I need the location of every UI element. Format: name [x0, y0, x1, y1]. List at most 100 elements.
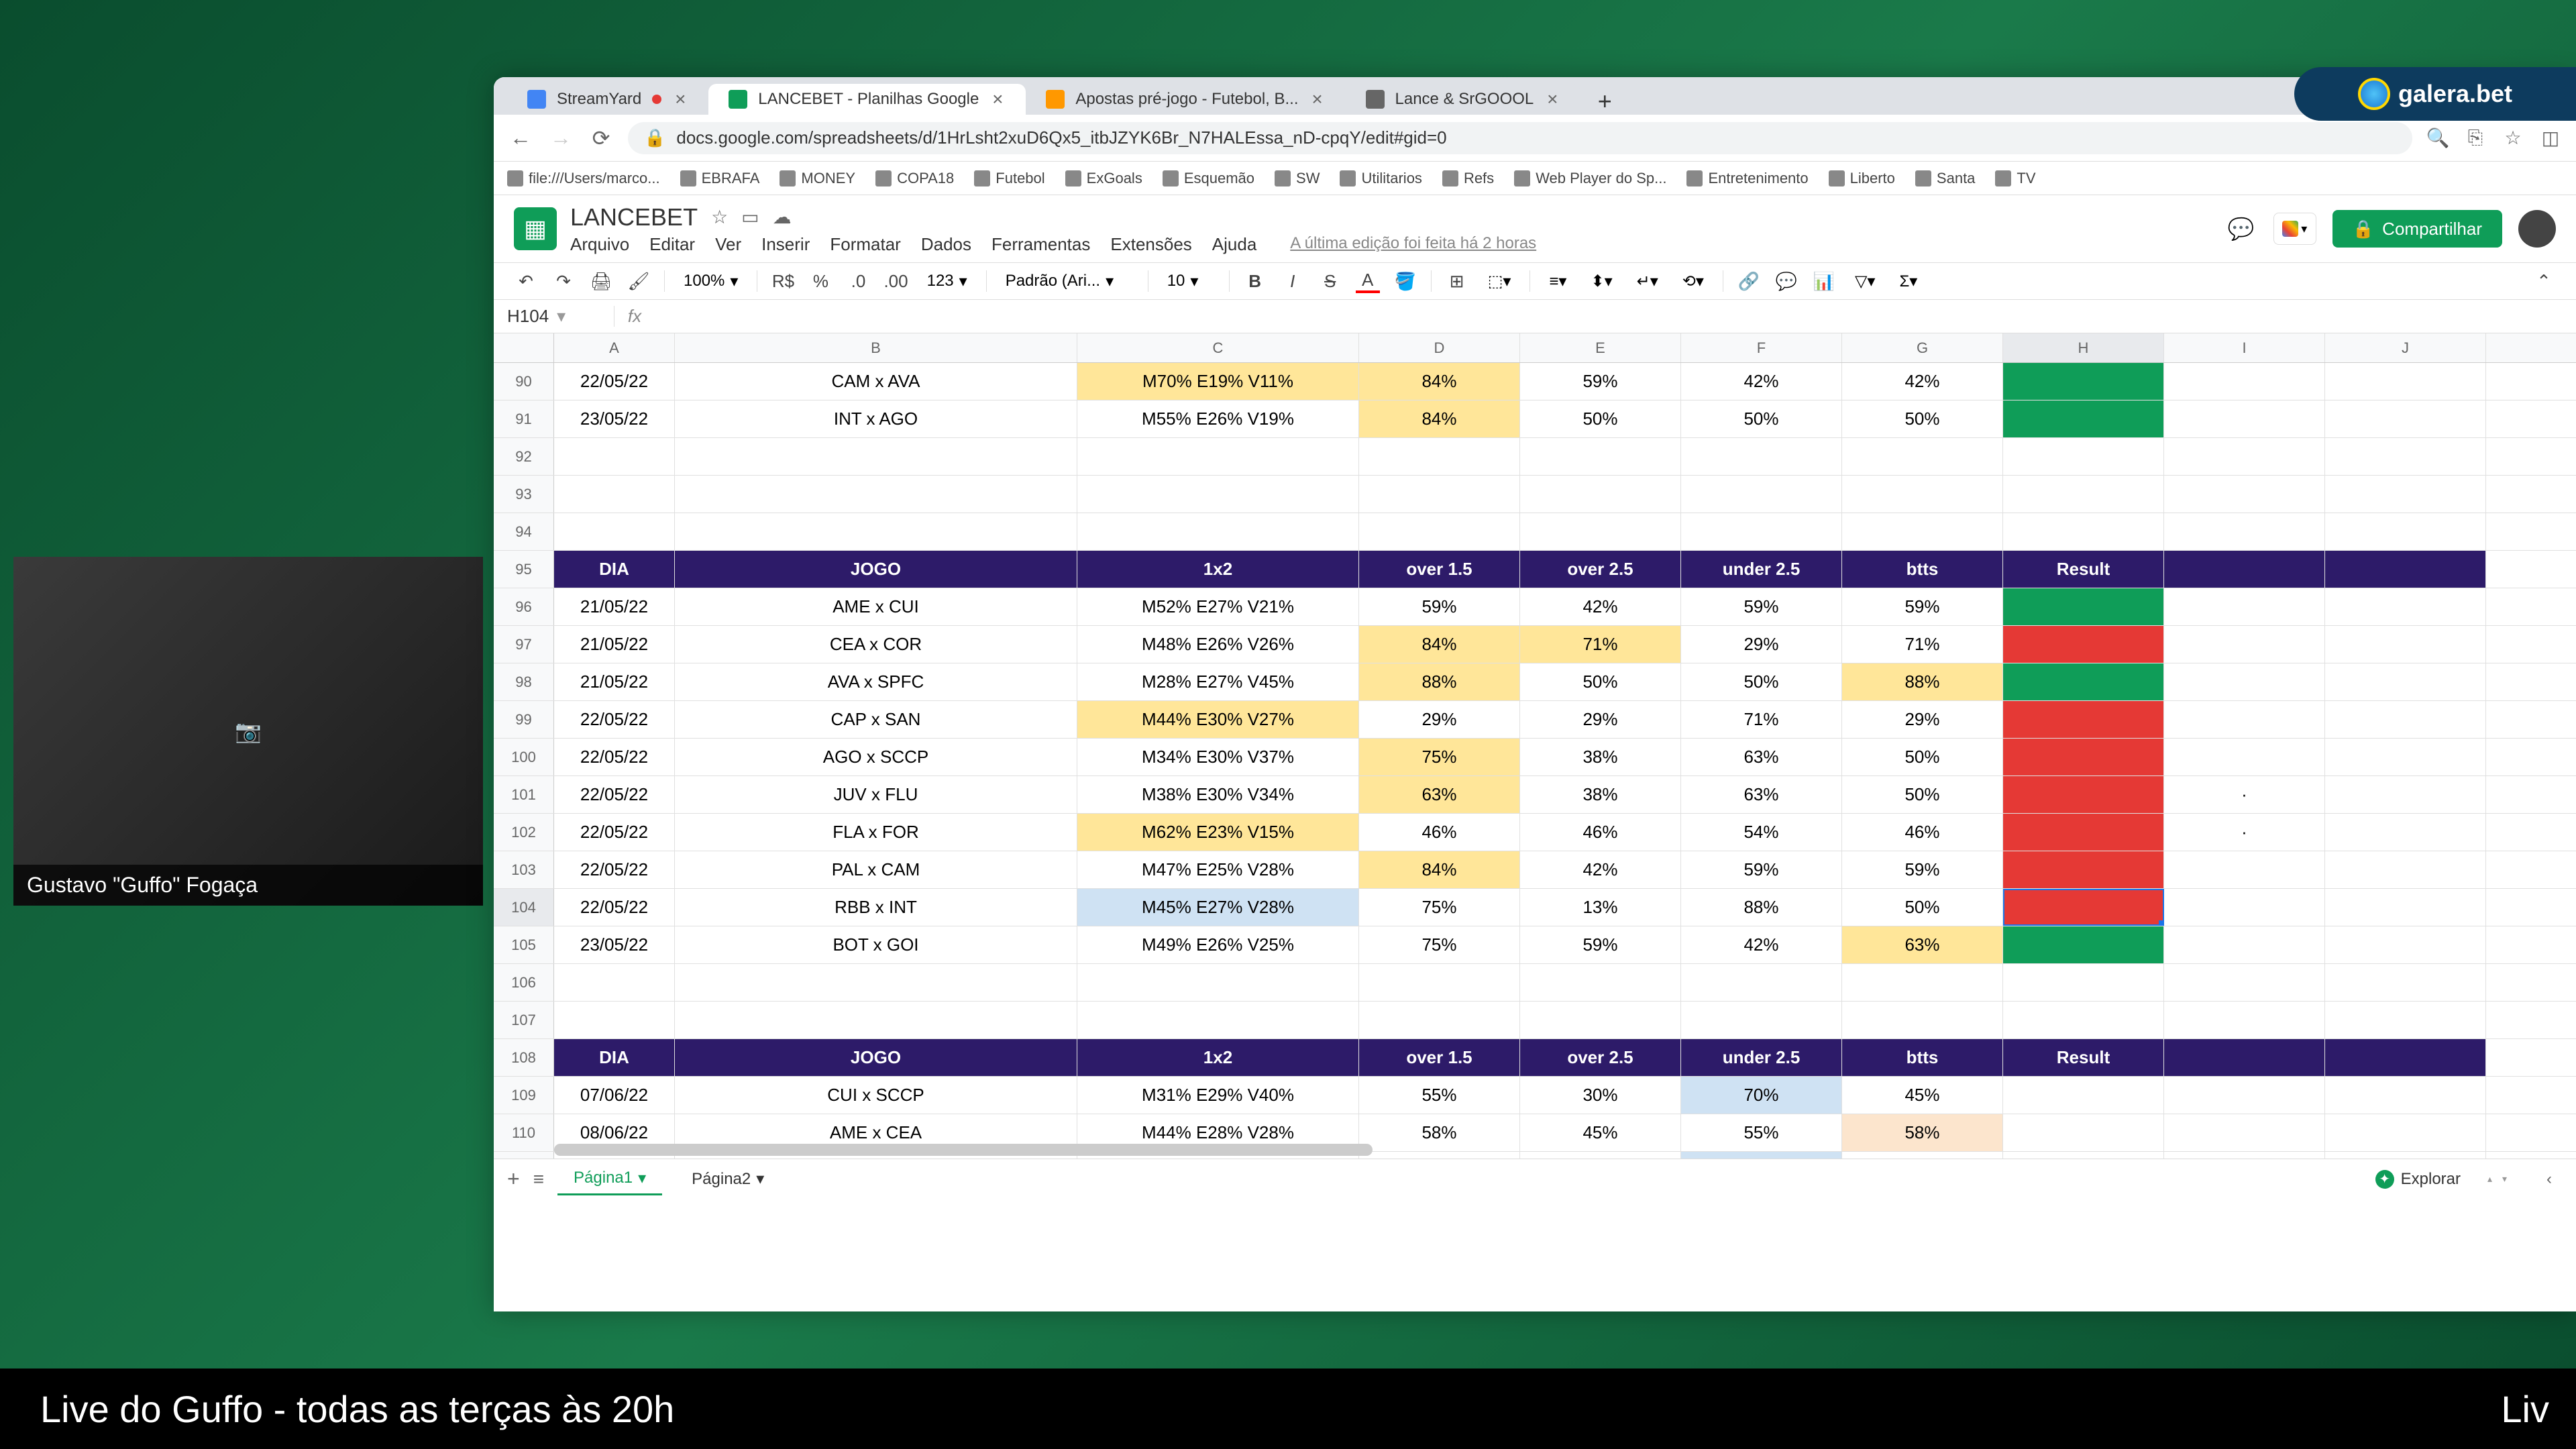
cell[interactable]: [2164, 889, 2325, 926]
bookmark-item[interactable]: Futebol: [974, 170, 1044, 187]
cell[interactable]: 63%: [1359, 776, 1520, 813]
cell[interactable]: [1681, 1002, 1842, 1038]
cell[interactable]: 59%: [1681, 588, 1842, 625]
cell[interactable]: 55%: [1681, 1152, 1842, 1159]
menu-editar[interactable]: Editar: [649, 234, 695, 255]
cell[interactable]: [2003, 626, 2164, 663]
cell[interactable]: [2003, 814, 2164, 851]
row-header[interactable]: 99: [494, 701, 554, 738]
undo-button[interactable]: ↶: [514, 269, 538, 293]
cell[interactable]: AGO x SCCP: [675, 739, 1077, 775]
bookmark-item[interactable]: EBRAFA: [680, 170, 760, 187]
cell-reference[interactable]: H104▾: [494, 306, 614, 327]
cell[interactable]: [2164, 1039, 2325, 1076]
text-color-button[interactable]: A: [1356, 269, 1380, 293]
cell[interactable]: INT x AGO: [675, 400, 1077, 437]
cell[interactable]: 88%: [1842, 663, 2003, 700]
table-row[interactable]: 94: [494, 513, 2576, 551]
borders-button[interactable]: ⊞: [1445, 269, 1469, 293]
browser-tab[interactable]: Apostas pré-jogo - Futebol, B...×: [1026, 84, 1345, 115]
currency-button[interactable]: R$: [771, 269, 795, 293]
cell[interactable]: [2003, 1077, 2164, 1114]
cell[interactable]: [675, 513, 1077, 550]
table-row[interactable]: 10523/05/22 BOT x GOI M49% E26% V25% 75%…: [494, 926, 2576, 964]
row-header[interactable]: 97: [494, 626, 554, 663]
cell[interactable]: [2003, 739, 2164, 775]
cell[interactable]: [2325, 438, 2486, 475]
explore-button[interactable]: ✦ Explorar: [2362, 1165, 2474, 1194]
rotate-button[interactable]: ⟲▾: [1677, 272, 1709, 291]
bookmark-item[interactable]: Entretenimento: [1686, 170, 1808, 187]
percent-button[interactable]: %: [808, 269, 833, 293]
cell[interactable]: RBB x INT: [675, 889, 1077, 926]
cell[interactable]: [2003, 964, 2164, 1001]
cell[interactable]: 45%: [1842, 1077, 2003, 1114]
cell[interactable]: under 2.5: [1681, 1039, 1842, 1076]
cell[interactable]: 63%: [1681, 776, 1842, 813]
cell[interactable]: M45% E27% V28%: [1077, 889, 1359, 926]
cell[interactable]: 07/06/22: [554, 1077, 675, 1114]
cell[interactable]: [2164, 363, 2325, 400]
cell[interactable]: [2003, 776, 2164, 813]
forward-button[interactable]: →: [547, 125, 574, 152]
cell[interactable]: [2325, 814, 2486, 851]
cell[interactable]: [2325, 476, 2486, 513]
cell[interactable]: [1681, 964, 1842, 1001]
cell[interactable]: [1842, 1002, 2003, 1038]
bookmark-item[interactable]: file:///Users/marco...: [507, 170, 660, 187]
cell[interactable]: over 2.5: [1520, 551, 1681, 588]
cell[interactable]: [1520, 438, 1681, 475]
cell[interactable]: [2164, 476, 2325, 513]
tab-close-icon[interactable]: ×: [1544, 91, 1560, 107]
cell[interactable]: 59%: [1681, 851, 1842, 888]
cell[interactable]: 22/05/22: [554, 814, 675, 851]
tab-close-icon[interactable]: ×: [989, 91, 1006, 107]
table-row[interactable]: 9621/05/22 AME x CUI M52% E27% V21% 59% …: [494, 588, 2576, 626]
cell[interactable]: 42%: [1681, 926, 1842, 963]
sheet-tab-1[interactable]: Página1 ▾: [557, 1163, 662, 1195]
cell[interactable]: [1520, 1002, 1681, 1038]
row-header[interactable]: 95: [494, 551, 554, 588]
cell[interactable]: [2003, 889, 2164, 926]
cell[interactable]: M47% E25% V28%: [1077, 851, 1359, 888]
row-header[interactable]: 98: [494, 663, 554, 700]
cell[interactable]: 22/05/22: [554, 701, 675, 738]
cell[interactable]: 50%: [1681, 400, 1842, 437]
browser-tab[interactable]: Lance & SrGOOOL×: [1346, 84, 1581, 115]
cell[interactable]: [2164, 400, 2325, 437]
last-edit-text[interactable]: A última edição foi feita há 2 horas: [1290, 234, 1536, 255]
cell[interactable]: 23/05/22: [554, 400, 675, 437]
cell[interactable]: M70% E19% V11%: [1077, 363, 1359, 400]
strike-button[interactable]: S: [1318, 269, 1342, 293]
cell[interactable]: 75%: [1359, 926, 1520, 963]
cell[interactable]: [2164, 1114, 2325, 1151]
menu-ver[interactable]: Ver: [715, 234, 741, 255]
cell[interactable]: [2164, 851, 2325, 888]
cell[interactable]: CAP x SAN: [675, 701, 1077, 738]
cell[interactable]: CAM x AVA: [675, 363, 1077, 400]
table-row[interactable]: 10322/05/22 PAL x CAM M47% E25% V28% 84%…: [494, 851, 2576, 889]
cell[interactable]: 1x2: [1077, 551, 1359, 588]
cell[interactable]: 29%: [1842, 701, 2003, 738]
format-123-button[interactable]: 123▾: [922, 272, 973, 291]
cell[interactable]: 55%: [1359, 1077, 1520, 1114]
cell[interactable]: JUV x FLU: [675, 776, 1077, 813]
cell[interactable]: 21/05/22: [554, 588, 675, 625]
dec-decrease-button[interactable]: .0: [846, 269, 870, 293]
cell[interactable]: [2325, 363, 2486, 400]
valign-button[interactable]: ⬍▾: [1585, 272, 1617, 291]
row-header[interactable]: 100: [494, 739, 554, 775]
menu-arquivo[interactable]: Arquivo: [570, 234, 629, 255]
browser-tab[interactable]: LANCEBET - Planilhas Google×: [708, 84, 1026, 115]
wrap-button[interactable]: ↵▾: [1631, 272, 1664, 291]
cell[interactable]: 42%: [1681, 363, 1842, 400]
cell[interactable]: [554, 476, 675, 513]
cell[interactable]: [1681, 476, 1842, 513]
cell[interactable]: [2325, 551, 2486, 588]
table-row[interactable]: 9922/05/22 CAP x SAN M44% E30% V27% 29% …: [494, 701, 2576, 739]
bookmark-item[interactable]: COPA18: [875, 170, 954, 187]
sheets-logo-icon[interactable]: ▦: [514, 207, 557, 250]
cell[interactable]: [2325, 663, 2486, 700]
cell[interactable]: [1359, 438, 1520, 475]
row-header[interactable]: 102: [494, 814, 554, 851]
